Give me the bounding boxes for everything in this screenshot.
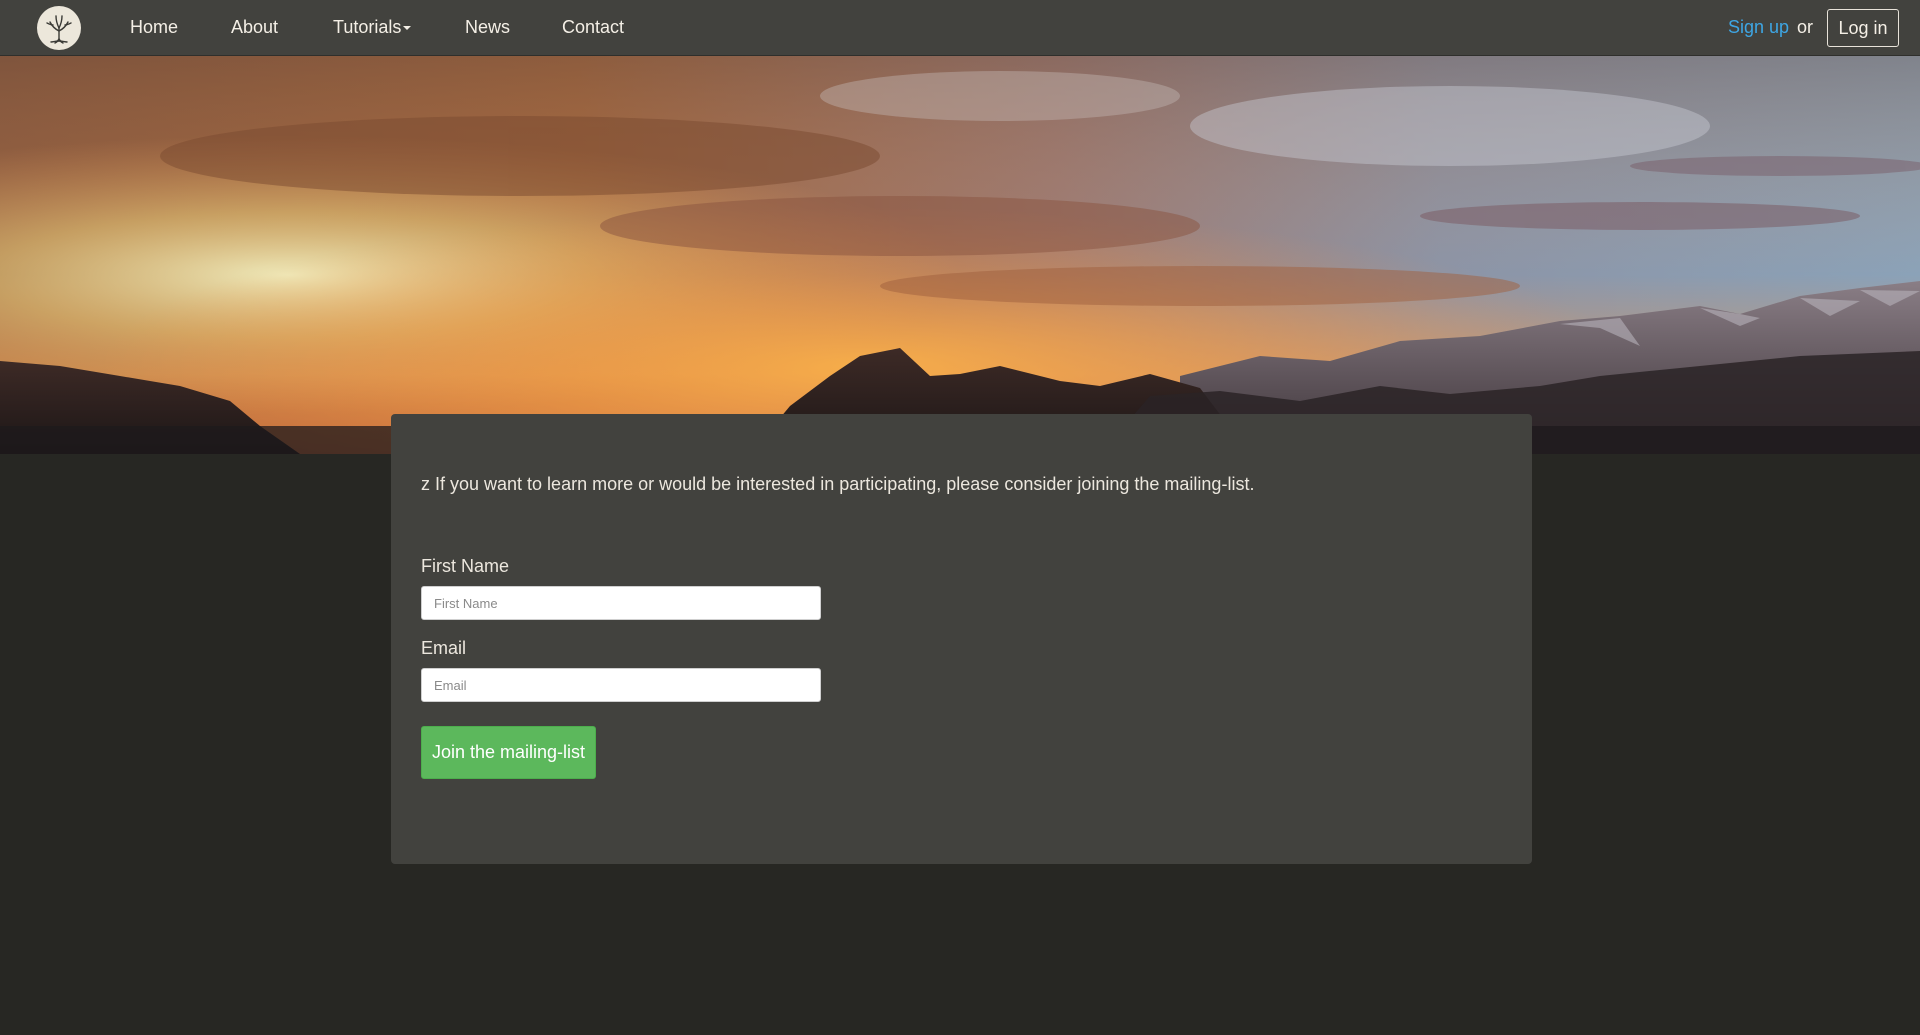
first-name-label: First Name [421,556,510,576]
top-navbar: Home About Tutorials News Contact Sign u… [0,0,1920,56]
caret-down-icon [403,26,412,31]
nav-tutorials-dropdown[interactable]: Tutorials [333,17,412,38]
hero-banner-image [0,56,1920,454]
mailing-list-card: z If you want to learn more or would be … [391,414,1532,864]
first-name-input[interactable] [421,586,821,620]
nav-about-link[interactable]: About [231,17,278,38]
nav-home-link[interactable]: Home [130,17,178,38]
intro-text: z If you want to learn more or would be … [421,474,1255,494]
signup-link[interactable]: Sign up [1728,17,1789,38]
email-label: Email [421,638,467,658]
tree-icon[interactable] [37,6,81,50]
or-separator: or [1797,17,1814,37]
nav-contact-link[interactable]: Contact [562,17,624,38]
email-input[interactable] [421,668,821,702]
join-mailing-list-button[interactable]: Join the mailing-list [421,726,596,779]
nav-news-link[interactable]: News [465,17,510,38]
login-button[interactable]: Log in [1827,9,1899,47]
nav-tutorials-label: Tutorials [333,17,402,37]
